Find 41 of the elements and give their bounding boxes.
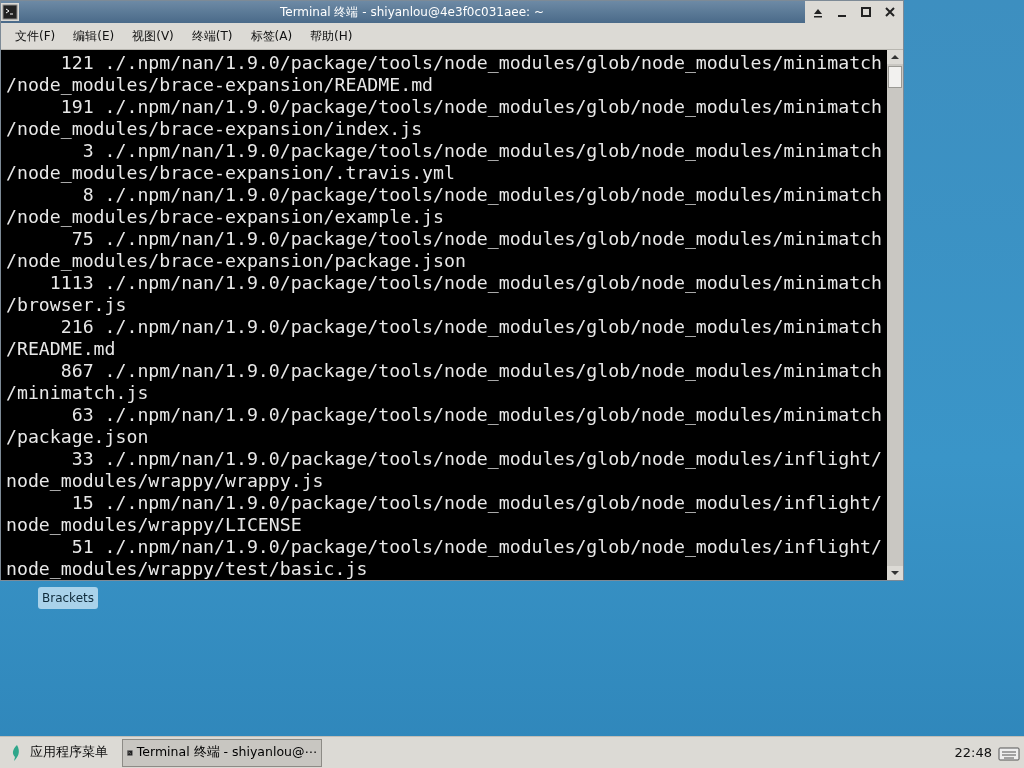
output-line: node_modules/wrappy/LICENSE (6, 514, 303, 536)
output-line: /minimatch.js (6, 382, 150, 404)
desktop-icon-label[interactable]: Brackets (38, 587, 98, 609)
menu-item[interactable]: 终端(T) (183, 24, 241, 48)
output-line: /package.json (6, 426, 150, 448)
output-line: /node_modules/brace-expansion/example.js (6, 206, 445, 228)
output-line: 867 ./.npm/nan/1.9.0/package/tools/node_modules/glob/node_modules/minimatch (59, 360, 883, 382)
output-line: /README.md (6, 338, 117, 360)
scroll-down-icon[interactable] (887, 566, 903, 580)
output-line: node_modules/wrappy/test/basic.js (6, 558, 369, 580)
menu-item[interactable]: 文件(F) (7, 24, 64, 48)
output-line: /node_modules/brace-expansion/README.md (6, 74, 435, 96)
output-line: 63 ./.npm/nan/1.9.0/package/tools/node_modules/glob/node_modules/minimatch (70, 404, 883, 426)
output-line: 3 ./.npm/nan/1.9.0/package/tools/node_modules/glob/node_modules/minimatch (81, 140, 883, 162)
leaf-icon (10, 743, 22, 762)
menu-item[interactable]: 标签(A) (242, 24, 301, 48)
terminal-icon[interactable] (2, 4, 18, 20)
taskbar-task[interactable]: Terminal 终端 - shiyanlou@⋯ (122, 738, 322, 767)
output-line: /node_modules/brace-expansion/package.json (6, 250, 467, 272)
menu-item[interactable]: 帮助(H) (302, 24, 361, 48)
output-line: 191 ./.npm/nan/1.9.0/package/tools/node_modules/glob/node_modules/minimatch (59, 96, 883, 118)
output-line: /browser.js (6, 294, 128, 316)
output-line: 33 ./.npm/nan/1.9.0/package/tools/node_modules/glob/node_modules/inflight/ (70, 448, 883, 470)
menu-item[interactable]: 视图(V) (124, 24, 182, 48)
scroll-up-icon[interactable] (887, 50, 903, 64)
output-line: 15 ./.npm/nan/1.9.0/package/tools/node_modules/glob/node_modules/inflight/ (70, 492, 883, 514)
app-menu-button[interactable]: 应用程序菜单 (4, 743, 116, 762)
output-line: /node_modules/brace-expansion/index.js (6, 118, 424, 140)
output-line: 216 ./.npm/nan/1.9.0/package/tools/node_modules/glob/node_modules/minimatch (59, 316, 883, 338)
output-line: 121 ./.npm/nan/1.9.0/package/tools/node_modules/glob/node_modules/minimatch (59, 52, 883, 74)
output-line: 75 ./.npm/nan/1.9.0/package/tools/node_modules/glob/node_modules/minimatch (70, 228, 883, 250)
menu-item[interactable]: 编辑(E) (65, 24, 123, 48)
output-line: 51 ./.npm/nan/1.9.0/package/tools/node_modules/glob/node_modules/inflight/ (70, 536, 883, 558)
scroll-thumb[interactable] (888, 66, 902, 88)
output-line: node_modules/wrappy/wrappy.js (6, 470, 325, 492)
clock: 22:48 (954, 745, 992, 760)
scrollbar[interactable] (887, 50, 903, 580)
window-title: Terminal 终端 - shiyanlou@4e3f0c031aee: ~ (278, 3, 546, 21)
output-line: /node_modules/brace-expansion/.travis.yml (6, 162, 456, 184)
output-line: 8 ./.npm/nan/1.9.0/package/tools/node_modules/glob/node_modules/minimatch (81, 184, 883, 206)
output-line: 1113 ./.npm/nan/1.9.0/package/tools/node_modules/glob/node_modules/minimatch (48, 272, 883, 294)
